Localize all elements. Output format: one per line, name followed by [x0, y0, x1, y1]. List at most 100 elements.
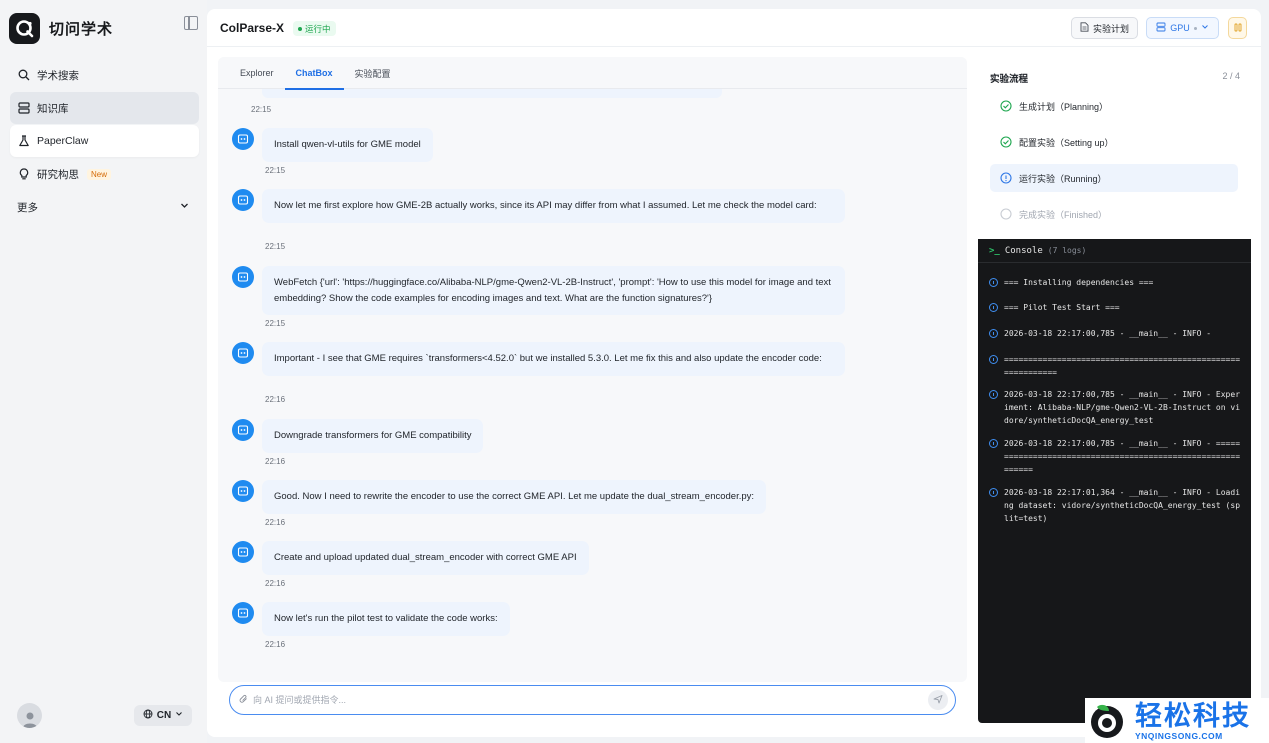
message-text: Important - I see that GME requires `tra… [262, 342, 845, 376]
message-text: Good. Now I need to rewrite the encoder … [262, 480, 767, 514]
sidebar-collapse-icon[interactable] [184, 16, 198, 30]
message-text: Now let me first explore how GME-2B actu… [262, 189, 845, 223]
sidebar-item-search[interactable]: 学术搜索 [10, 59, 199, 91]
app-logo-icon [9, 13, 40, 44]
status-label: 运行中 [305, 23, 331, 34]
sidebar-item-more[interactable]: 更多 [10, 191, 199, 223]
pause-icon [1234, 21, 1242, 35]
info-icon [989, 278, 998, 287]
log-entry: 2026-03-18 22:17:00,785 - __main__ - INF… [989, 327, 1243, 340]
console-title: Console [1004, 245, 1043, 256]
search-icon [17, 68, 31, 82]
message-text: Create and upload updated dual_stream_en… [262, 541, 589, 575]
flow-step-finished[interactable]: 完成实验（Finished） [990, 200, 1238, 228]
language-selector[interactable]: CN [134, 705, 192, 726]
watermark: 轻松科技 YNQINGSONG.COM [1085, 698, 1269, 743]
watermark-title: 轻松科技 [1135, 700, 1251, 731]
database-icon [17, 101, 31, 115]
gpu-button[interactable]: GPU [1146, 17, 1219, 39]
info-icon [989, 488, 998, 497]
log-entry: 2026-03-18 22:17:00,785 - __main__ - INF… [989, 437, 1243, 476]
language-label: CN [156, 710, 172, 721]
pause-button[interactable] [1228, 17, 1247, 39]
watermark-logo-icon [1091, 704, 1123, 738]
info-icon [989, 355, 998, 364]
send-button[interactable] [928, 690, 948, 710]
log-entry: === Installing dependencies === [989, 276, 1243, 289]
empty-circle-icon [1000, 208, 1012, 220]
bot-avatar-icon [232, 342, 254, 364]
status-badge: 运行中 [293, 21, 336, 36]
chat-input[interactable] [253, 695, 893, 705]
globe-icon [143, 709, 153, 722]
bot-avatar-icon [232, 266, 254, 288]
brand[interactable]: 切问学术 [9, 13, 113, 44]
sidebar-item-label: 知识库 [37, 102, 69, 115]
log-entry: 2026-03-18 22:17:00,785 - __main__ - INF… [989, 388, 1243, 427]
bot-avatar-icon [232, 189, 254, 211]
message-time: 22:15 [251, 105, 272, 114]
info-icon [989, 303, 998, 312]
message-time: 22:16 [265, 579, 286, 588]
check-circle-icon [1000, 100, 1012, 112]
check-circle-icon [1000, 136, 1012, 148]
log-entry: 2026-03-18 22:17:01,364 - __main__ - INF… [989, 486, 1243, 525]
flow-step-setting-up[interactable]: 配置实验（Setting up） [990, 128, 1238, 156]
bot-avatar-icon [232, 602, 254, 624]
chat-panel: Explorer ChatBox 实验配置 22:15 Install qwen… [218, 57, 967, 682]
console-header: >_ Console (7 logs) [978, 239, 1251, 263]
message-text: WebFetch {'url': 'https://huggingface.co… [262, 266, 845, 315]
sidebar-nav: 学术搜索 知识库 PaperClaw 研究构思 New 更多 [10, 59, 199, 224]
sidebar-item-research-ideas[interactable]: 研究构思 New [10, 158, 199, 190]
bot-avatar-icon [232, 128, 254, 150]
info-icon [989, 329, 998, 338]
message-time: 22:15 [265, 319, 286, 328]
app-name: 切问学术 [49, 21, 114, 38]
info-circle-icon [1000, 172, 1012, 184]
sidebar-item-paperclaw[interactable]: PaperClaw [10, 125, 199, 157]
user-icon [22, 712, 37, 728]
sidebar-item-label: 更多 [17, 201, 38, 214]
gpu-status-dot-icon [1193, 26, 1197, 30]
log-text: 2026-03-18 22:17:00,785 - __main__ - INF… [1004, 329, 1212, 338]
bot-avatar-icon [232, 480, 254, 502]
avatar[interactable] [17, 703, 42, 728]
log-text: 2026-03-18 22:17:00,785 - __main__ - INF… [1004, 390, 1241, 425]
flow-step-label: 运行实验（Running） [1019, 173, 1107, 184]
tab-chatbox[interactable]: ChatBox [284, 57, 344, 90]
chevron-down-icon [180, 201, 189, 213]
gpu-label: GPU [1170, 23, 1190, 33]
log-text: === Installing dependencies === [1004, 278, 1154, 287]
watermark-url: YNQINGSONG.COM [1135, 730, 1223, 741]
project-title: ColParse-X [220, 21, 285, 35]
tab-experiment-config[interactable]: 实验配置 [344, 57, 402, 89]
log-text: === Pilot Test Start === [1004, 303, 1120, 312]
sidebar: 切问学术 学术搜索 知识库 PaperClaw 研究构思 New 更多 CN [0, 0, 207, 743]
chevron-down-icon [175, 710, 183, 721]
sidebar-item-knowledge-base[interactable]: 知识库 [10, 92, 199, 124]
message-time: 22:16 [265, 640, 286, 649]
chevron-down-icon [1201, 23, 1209, 33]
send-icon [933, 693, 943, 707]
console-panel[interactable]: >_ Console (7 logs) === Installing depen… [978, 239, 1251, 723]
sidebar-item-label: PaperClaw [37, 135, 89, 147]
log-text: 2026-03-18 22:17:00,785 - __main__ - INF… [1004, 439, 1241, 474]
lightbulb-icon [17, 167, 31, 181]
message-time: 22:16 [265, 457, 286, 466]
flow-step-planning[interactable]: 生成计划（Planning） [990, 92, 1238, 120]
tab-explorer[interactable]: Explorer [229, 57, 285, 89]
log-text: ========================================… [1004, 355, 1241, 377]
message-list[interactable]: 22:15 Install qwen-vl-utils for GME mode… [218, 89, 967, 682]
paperclip-icon[interactable] [239, 693, 249, 707]
log-entry: === Pilot Test Start === [989, 301, 1243, 314]
info-icon [989, 439, 998, 448]
experiment-plan-button[interactable]: 实验计划 [1071, 17, 1138, 39]
message-time: 22:16 [265, 395, 286, 404]
log-text: 2026-03-18 22:17:01,364 - __main__ - INF… [1004, 488, 1241, 523]
experiment-flow-panel: 实验流程 2 / 4 生成计划（Planning） 配置实验（Setting u… [979, 57, 1251, 238]
message-time: 22:15 [265, 242, 286, 251]
chat-tabs: Explorer ChatBox 实验配置 [218, 57, 967, 90]
flow-step-running[interactable]: 运行实验（Running） [990, 164, 1238, 192]
flask-icon [17, 134, 31, 148]
message-bubble-partial [262, 89, 722, 98]
